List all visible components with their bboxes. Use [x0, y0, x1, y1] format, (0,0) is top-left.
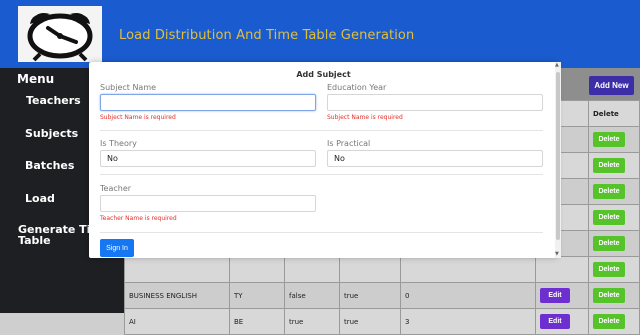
teacher-label: Teacher	[100, 184, 132, 193]
sidebar-item-subjects[interactable]: Subjects	[25, 127, 78, 140]
alarm-clock-logo-icon	[18, 6, 102, 62]
delete-button[interactable]: Delete	[593, 210, 625, 225]
modal-title: Add Subject	[296, 70, 351, 79]
section-divider	[100, 174, 543, 175]
delete-button[interactable]: Delete	[593, 288, 625, 303]
year-cell: BE	[229, 308, 285, 335]
sidebar-menu-title: Menu	[17, 72, 55, 86]
scrollbar-thumb[interactable]	[556, 72, 560, 240]
count-cell: 3	[400, 308, 536, 335]
practical-cell: true	[339, 282, 401, 309]
subject-name-label: Subject Name	[100, 83, 157, 92]
delete-button[interactable]: Delete	[593, 158, 625, 173]
education-year-error: Subject Name is required	[327, 114, 403, 121]
practical-cell: true	[339, 308, 401, 335]
delete-button[interactable]: Delete	[593, 314, 625, 329]
table-row: AI BE true true 3 Edit Delete	[124, 308, 640, 335]
subject-cell: AI	[124, 308, 230, 335]
table-row: BUSINESS ENGLISH TY false true 0 Edit De…	[124, 282, 640, 309]
sidebar-item-load[interactable]: Load	[25, 192, 55, 205]
add-subject-modal: Add Subject Subject Name Subject Name is…	[89, 62, 558, 258]
is-theory-select[interactable]: No	[100, 150, 316, 167]
sidebar-item-teachers[interactable]: Teachers	[26, 94, 81, 107]
education-year-input[interactable]	[327, 94, 543, 111]
table-row: Delete	[124, 256, 640, 283]
delete-column-header: Delete	[588, 100, 640, 127]
delete-button[interactable]: Delete	[593, 262, 625, 277]
add-new-button[interactable]: Add New	[589, 76, 634, 95]
scroll-down-arrow-icon[interactable]: ▼	[555, 251, 559, 257]
scroll-up-arrow-icon[interactable]: ▲	[555, 62, 559, 68]
delete-button[interactable]: Delete	[593, 132, 625, 147]
count-cell: 0	[400, 282, 536, 309]
subject-name-error: Subject Name is required	[100, 114, 176, 121]
subject-name-input[interactable]	[100, 94, 316, 111]
teacher-input[interactable]	[100, 195, 316, 212]
theory-cell: false	[284, 282, 340, 309]
edit-button[interactable]: Edit	[540, 288, 570, 303]
is-practical-label: Is Practical	[327, 139, 371, 148]
teacher-error: Teacher Name is required	[100, 215, 177, 222]
year-cell: TY	[229, 282, 285, 309]
edit-button[interactable]: Edit	[540, 314, 570, 329]
subject-cell: BUSINESS ENGLISH	[124, 282, 230, 309]
section-divider	[100, 232, 543, 233]
is-theory-label: Is Theory	[100, 139, 137, 148]
delete-button[interactable]: Delete	[593, 184, 625, 199]
education-year-label: Education Year	[327, 83, 387, 92]
app-title: Load Distribution And Time Table Generat…	[119, 28, 415, 43]
section-divider	[100, 130, 543, 131]
is-practical-select[interactable]: No	[327, 150, 543, 167]
sign-in-button[interactable]: Sign In	[100, 239, 134, 257]
theory-cell: true	[284, 308, 340, 335]
delete-button[interactable]: Delete	[593, 236, 625, 251]
sidebar-item-batches[interactable]: Batches	[25, 159, 74, 172]
